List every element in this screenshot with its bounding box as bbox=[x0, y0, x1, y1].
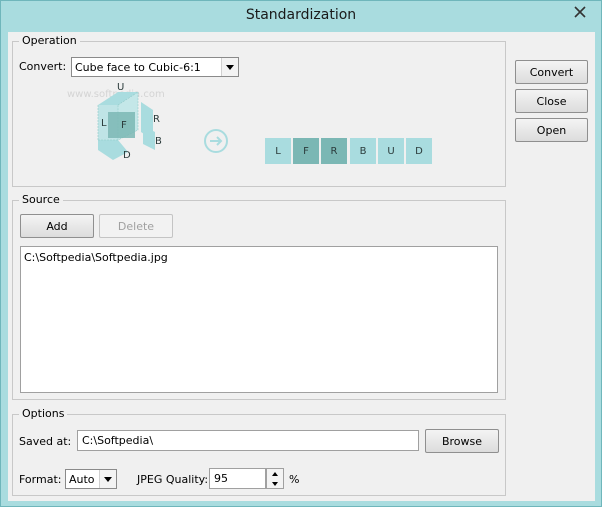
close-window-button[interactable] bbox=[565, 2, 595, 22]
stepper-up-icon[interactable] bbox=[267, 469, 283, 478]
strip-tile-f: F bbox=[293, 138, 319, 164]
percent-label: % bbox=[289, 473, 300, 486]
list-item[interactable]: C:\Softpedia\Softpedia.jpg bbox=[24, 251, 168, 264]
strip-tile-d: D bbox=[406, 138, 432, 164]
cube-label-b: B bbox=[155, 136, 162, 147]
open-button[interactable]: Open bbox=[515, 118, 588, 142]
strip-tile-b: B bbox=[350, 138, 376, 164]
window-title: Standardization bbox=[245, 7, 357, 23]
format-select[interactable]: Auto bbox=[65, 469, 117, 489]
browse-button[interactable]: Browse bbox=[425, 429, 499, 453]
app-window: Standardization Operation Convert: Cube … bbox=[0, 0, 602, 507]
chevron-down-icon bbox=[99, 470, 116, 488]
title-bar: Standardization bbox=[1, 1, 601, 32]
strip-tile-u: U bbox=[378, 138, 404, 164]
chevron-down-icon bbox=[221, 58, 238, 76]
add-button[interactable]: Add bbox=[20, 214, 94, 238]
convert-select-value: Cube face to Cubic-6:1 bbox=[75, 61, 201, 74]
source-legend: Source bbox=[19, 193, 63, 206]
saved-at-label: Saved at: bbox=[19, 435, 72, 448]
strip-tile-r: R bbox=[321, 138, 347, 164]
cube-label-r: R bbox=[153, 114, 160, 125]
jpeg-quality-field[interactable]: 95 bbox=[209, 468, 266, 489]
saved-at-field[interactable]: C:\Softpedia\ bbox=[77, 430, 419, 451]
operation-group: Operation Convert: Cube face to Cubic-6:… bbox=[12, 34, 506, 187]
close-icon bbox=[574, 6, 586, 18]
stepper-down-icon[interactable] bbox=[267, 479, 283, 488]
source-file-list[interactable]: C:\Softpedia\Softpedia.jpg bbox=[20, 246, 498, 393]
source-group: Source Add Delete C:\Softpedia\Softpedia… bbox=[12, 193, 506, 400]
options-legend: Options bbox=[19, 407, 68, 420]
cube-label-f: F bbox=[121, 120, 127, 131]
convert-select[interactable]: Cube face to Cubic-6:1 bbox=[71, 57, 239, 77]
cube-label-u: U bbox=[117, 82, 124, 93]
client-area: Operation Convert: Cube face to Cubic-6:… bbox=[8, 32, 595, 501]
jpeg-quality-label: JPEG Quality: bbox=[137, 473, 209, 486]
close-button[interactable]: Close bbox=[515, 89, 588, 113]
delete-button[interactable]: Delete bbox=[99, 214, 173, 238]
cube-label-d: D bbox=[123, 150, 131, 161]
strip-tile-l: L bbox=[265, 138, 291, 164]
convert-button[interactable]: Convert bbox=[515, 60, 588, 84]
format-select-value: Auto bbox=[69, 473, 95, 486]
cube-illustration: U L F R B D bbox=[97, 82, 162, 161]
convert-label: Convert: bbox=[19, 60, 67, 73]
arrow-right-circle-icon bbox=[204, 129, 228, 153]
format-label: Format: bbox=[19, 473, 62, 486]
options-group: Options Saved at: C:\Softpedia\ Browse F… bbox=[12, 407, 506, 496]
jpeg-quality-stepper[interactable] bbox=[266, 468, 284, 489]
cube-label-l: L bbox=[101, 118, 107, 129]
operation-legend: Operation bbox=[19, 34, 80, 47]
